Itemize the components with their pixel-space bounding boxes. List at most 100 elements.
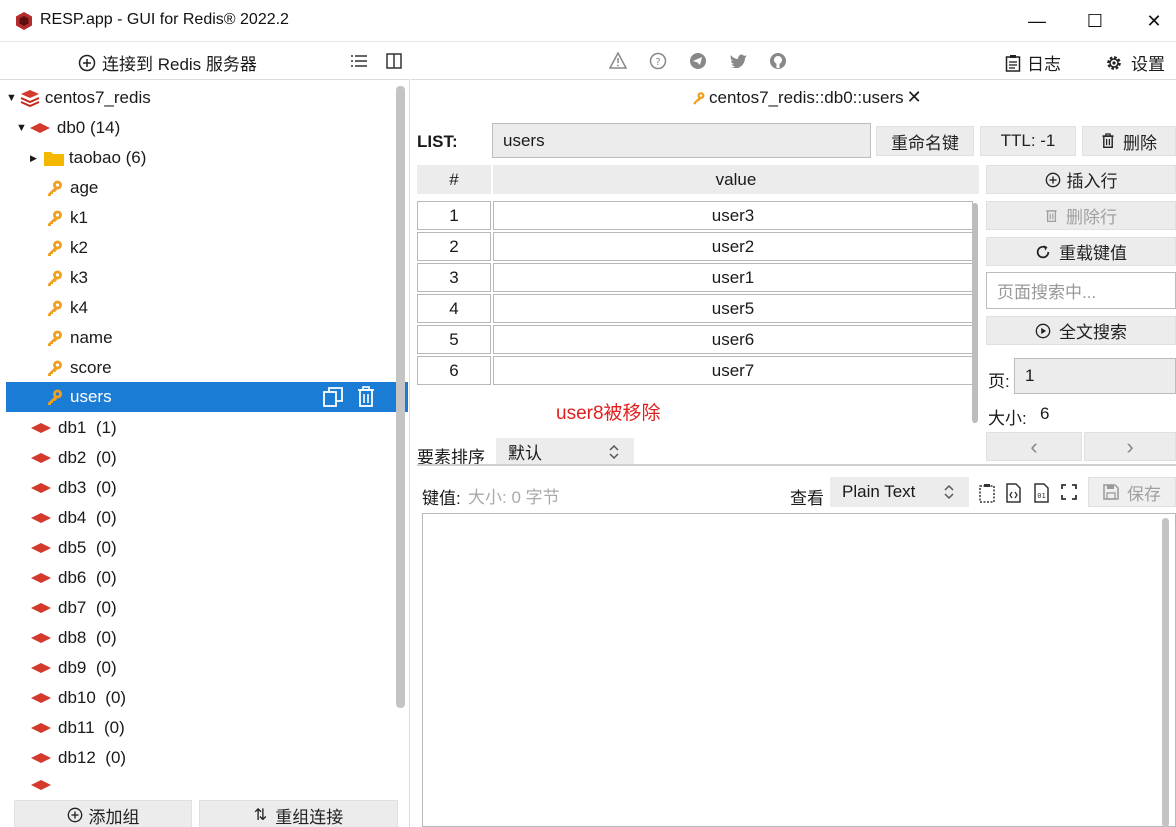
db-row-db10[interactable]: db10 (0): [30, 683, 126, 713]
table-cell-index[interactable]: 5: [417, 325, 491, 354]
ttl-button[interactable]: TTL: -1: [980, 126, 1076, 156]
db-row-db3[interactable]: db3 (0): [30, 473, 117, 503]
key-icon: [48, 300, 62, 316]
key-row-k2[interactable]: k2: [46, 233, 88, 263]
splitter[interactable]: [417, 464, 1176, 466]
insert-row-label: 插入行: [1066, 172, 1118, 191]
db-row-db4[interactable]: db4 (0): [30, 503, 117, 533]
maximize-button[interactable]: ☐: [1072, 4, 1118, 38]
delete-key-button[interactable]: 删除: [1082, 126, 1176, 156]
key-icon: [48, 240, 62, 256]
connect-button[interactable]: 连接到 Redis 服务器: [78, 50, 257, 75]
tab-close-icon[interactable]: ✕: [907, 87, 922, 108]
format-select[interactable]: Plain Text: [830, 477, 969, 507]
copy-value-icon[interactable]: [978, 483, 996, 503]
table-cell-value[interactable]: user3: [493, 201, 973, 230]
table-cell-index[interactable]: 2: [417, 232, 491, 261]
col-header-value[interactable]: value: [493, 165, 979, 194]
delete-key-icon[interactable]: [356, 386, 376, 408]
folder-row[interactable]: ▶ taobao (6): [30, 143, 146, 173]
tree-scrollbar[interactable]: [396, 86, 405, 708]
page-search-input[interactable]: 页面搜索中...: [986, 272, 1176, 309]
db-row-db8[interactable]: db8 (0): [30, 623, 117, 653]
editor-scrollbar[interactable]: [1162, 518, 1169, 827]
db-row-db1[interactable]: db1 (1): [30, 413, 117, 443]
key-row-users[interactable]: users: [6, 382, 408, 412]
insert-row-button[interactable]: 插入行: [986, 165, 1176, 194]
table-cell-value[interactable]: user7: [493, 356, 973, 385]
db-count: (0): [95, 628, 117, 647]
db-name: db9: [58, 658, 87, 677]
close-window-button[interactable]: ✕: [1131, 4, 1176, 38]
list-view-icon[interactable]: [351, 54, 367, 68]
db0-row[interactable]: ▼ db0 (14): [16, 113, 120, 143]
table-scrollbar[interactable]: [972, 203, 978, 423]
db-row-db7[interactable]: db7 (0): [30, 593, 117, 623]
prev-page-button[interactable]: ‹: [986, 432, 1082, 461]
key-row-k1[interactable]: k1: [46, 203, 88, 233]
minimize-button[interactable]: —: [1014, 4, 1060, 38]
add-group-button[interactable]: 添加组: [14, 800, 192, 827]
binary-view-icon[interactable]: 01: [1032, 483, 1050, 503]
warning-icon[interactable]: [609, 52, 627, 69]
db-name: db4: [58, 508, 87, 527]
tab-users[interactable]: centos7_redis::db0::users ✕: [692, 87, 922, 108]
table-cell-value[interactable]: user2: [493, 232, 973, 261]
table-cell-index[interactable]: 1: [417, 201, 491, 230]
table-cell-index[interactable]: 4: [417, 294, 491, 323]
settings-button[interactable]: 设置: [1105, 50, 1165, 75]
reload-button[interactable]: 重载键值: [986, 237, 1176, 266]
db-name: db3: [58, 478, 87, 497]
connect-label: 连接到 Redis 服务器: [102, 55, 257, 74]
key-name-input[interactable]: users: [492, 123, 871, 158]
sort-select[interactable]: 默认: [496, 438, 634, 465]
fullscreen-icon[interactable]: [1061, 484, 1077, 500]
json-format-icon[interactable]: [1004, 483, 1022, 503]
help-icon[interactable]: ?: [649, 52, 667, 70]
table-cell-value[interactable]: user6: [493, 325, 973, 354]
key-row-name[interactable]: name: [46, 323, 113, 353]
rename-key-button[interactable]: 重命名键: [876, 126, 974, 156]
value-label: 键值:: [422, 489, 461, 508]
key-row-score[interactable]: score: [46, 353, 112, 383]
db-row-db5[interactable]: db5 (0): [30, 533, 117, 563]
table-cell-index[interactable]: 6: [417, 356, 491, 385]
full-search-button[interactable]: 全文搜索: [986, 316, 1176, 345]
db-name: db5: [58, 538, 87, 557]
page-number-input[interactable]: 1: [1014, 358, 1176, 394]
db-row-db2[interactable]: db2 (0): [30, 443, 117, 473]
delete-row-button[interactable]: 删除行: [986, 201, 1176, 230]
table-cell-value[interactable]: user1: [493, 263, 973, 292]
github-icon[interactable]: [769, 52, 787, 70]
key-row-age[interactable]: age: [46, 173, 98, 203]
table-cell-index[interactable]: 3: [417, 263, 491, 292]
key-label: users: [70, 387, 112, 406]
size-label: 大小:: [988, 409, 1027, 428]
save-button[interactable]: 保存: [1088, 477, 1176, 507]
key-row-k4[interactable]: k4: [46, 293, 88, 323]
key-row-k3[interactable]: k3: [46, 263, 88, 293]
title-bar: RESP.app - GUI for Redis® 2022.2 — ☐ ✕: [0, 0, 1176, 42]
db-name: db6: [58, 568, 87, 587]
db-row-db9[interactable]: db9 (0): [30, 653, 117, 683]
log-button[interactable]: 日志: [1005, 50, 1061, 75]
db-row-db12[interactable]: db12 (0): [30, 743, 126, 773]
window-title: RESP.app - GUI for Redis® 2022.2: [40, 11, 289, 28]
tab-label: centos7_redis::db0::users: [709, 87, 904, 107]
next-page-button[interactable]: ›: [1084, 432, 1176, 461]
col-header-index[interactable]: #: [417, 165, 491, 194]
twitter-icon[interactable]: [729, 53, 747, 68]
key-icon: [48, 360, 62, 376]
telegram-icon[interactable]: [689, 52, 707, 70]
table-cell-value[interactable]: user5: [493, 294, 973, 323]
value-editor-area[interactable]: [422, 513, 1176, 827]
copy-key-icon[interactable]: [322, 386, 344, 408]
app-logo-icon: [16, 12, 32, 30]
split-panel-icon[interactable]: [386, 53, 402, 69]
db-row-db6[interactable]: db6 (0): [30, 563, 117, 593]
reconnect-button[interactable]: ⇅ 重组连接: [199, 800, 398, 827]
reconnect-label: 重组连接: [275, 807, 344, 827]
connection-row[interactable]: ▼ centos7_redis: [6, 83, 151, 113]
db-row-db11[interactable]: db11 (0): [30, 713, 125, 743]
key-icon: [693, 91, 705, 104]
